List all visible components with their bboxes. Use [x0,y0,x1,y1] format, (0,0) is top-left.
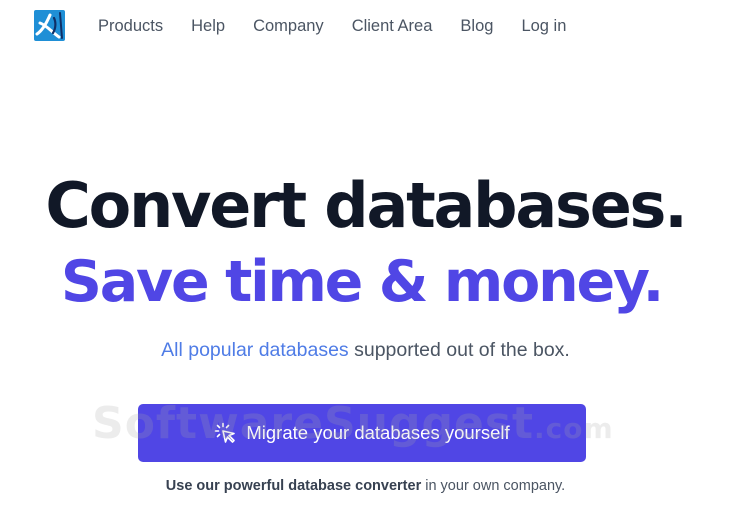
nav-item-help[interactable]: Help [191,15,225,37]
note-bold: Use our powerful database converter [165,478,422,494]
cursor-click-icon [215,422,236,443]
migrate-button-label: Migrate your databases yourself [246,422,510,443]
nav-item-blog[interactable]: Blog [460,15,493,37]
nav-item-company[interactable]: Company [253,15,324,37]
nav-item-client-area[interactable]: Client Area [352,15,433,37]
brand-logo-icon[interactable] [34,10,65,41]
hero-note: Use our powerful database converter in y… [0,476,731,496]
page: Products Help Company Client Area Blog L… [0,0,731,521]
hero-tagline: All popular databases supported out of t… [0,337,731,363]
popular-databases-link[interactable]: All popular databases [161,339,349,361]
note-rest: in your own company. [421,478,566,494]
top-navigation: Products Help Company Client Area Blog L… [0,0,731,54]
hero-headline: Convert databases. [45,169,687,242]
hero-subheadline: Save time & money. [60,249,664,315]
nav-links: Products Help Company Client Area Blog L… [98,15,594,37]
nav-item-log-in[interactable]: Log in [521,15,566,37]
migrate-databases-button[interactable]: Migrate your databases yourself [138,404,586,462]
nav-item-products[interactable]: Products [98,15,163,37]
tagline-rest: supported out of the box. [348,339,570,361]
